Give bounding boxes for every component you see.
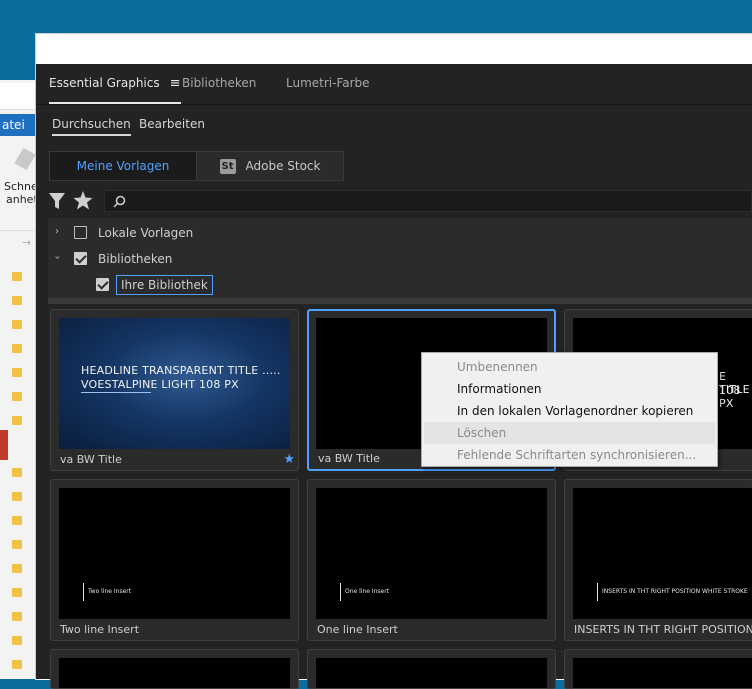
tab-bearbeiten[interactable]: Bearbeiten — [139, 114, 205, 134]
folder-icon — [12, 468, 22, 477]
adobe-stock-label: Adobe Stock — [245, 159, 321, 173]
libraries-checkbox[interactable] — [74, 252, 87, 265]
tab-bibliotheken[interactable]: Bibliotheken — [182, 64, 256, 102]
template-thumbnail — [59, 658, 290, 688]
folder-icon — [12, 392, 22, 401]
tab-durchsuchen[interactable]: Durchsuchen — [52, 114, 131, 136]
template-thumbnail: HEADLINE TRANSPARENT TITLE ..... VOESTAL… — [59, 318, 290, 449]
forward-arrow-icon: → — [22, 236, 32, 249]
thumbnail-text: INSERTS IN THT RIGHT POSITION WHITE STRO… — [602, 588, 748, 595]
folder-icon — [12, 588, 22, 597]
menu-item-rename[interactable]: Umbenennen — [424, 356, 715, 378]
folder-icon — [12, 416, 22, 425]
my-templates-button[interactable]: Meine Vorlagen — [49, 151, 197, 181]
chevron-down-icon[interactable]: › — [52, 256, 63, 260]
template-card[interactable] — [307, 649, 556, 689]
search-input[interactable] — [104, 190, 752, 212]
menu-item-delete[interactable]: Löschen — [424, 422, 715, 444]
thumbnail-text: One line Insert — [345, 588, 390, 595]
list-divider — [48, 298, 752, 304]
panel-menu-icon[interactable]: ≡ — [170, 76, 181, 91]
search-icon — [113, 195, 126, 208]
local-templates-label: Lokale Vorlagen — [98, 226, 194, 240]
star-filter-icon[interactable] — [73, 191, 93, 214]
chevron-right-icon[interactable]: › — [55, 226, 59, 237]
folder-icon — [12, 636, 22, 645]
thumbnail-title-line-2: 108 PX — [719, 384, 741, 410]
your-library-checkbox[interactable] — [96, 278, 109, 291]
template-thumbnail: One line Insert — [316, 488, 547, 619]
template-label: One line Insert — [317, 623, 398, 636]
folder-icon — [12, 272, 22, 281]
template-label: va BW Title — [60, 453, 122, 466]
template-label: INSERTS IN THT RIGHT POSITION W — [574, 623, 752, 636]
background-button-text: Schne — [4, 180, 38, 193]
folder-icon — [12, 296, 22, 305]
thumbnail-title-line-1: HEADLINE TRANSPARENT TITLE ..... — [81, 364, 281, 377]
thumbnail-line — [340, 583, 341, 601]
tab-essential-graphics[interactable]: Essential Graphics ≡ — [49, 64, 181, 104]
template-card[interactable] — [564, 649, 752, 689]
panel-tab-bar: Essential Graphics ≡ Bibliotheken Lumetri… — [36, 64, 752, 105]
folder-icon — [12, 612, 22, 621]
template-thumbnail — [316, 658, 547, 688]
menu-item-copy-to-local[interactable]: In den lokalen Vorlagenordner kopieren — [424, 400, 715, 422]
thumbnail-line — [597, 583, 598, 601]
thumbnail-line — [83, 583, 84, 601]
libraries-label: Bibliotheken — [98, 252, 173, 266]
template-thumbnail — [573, 658, 752, 688]
folder-icon — [12, 492, 22, 501]
filter-icon[interactable] — [49, 192, 65, 214]
adobe-stock-button[interactable]: St Adobe Stock — [196, 151, 344, 181]
folder-icon — [12, 344, 22, 353]
template-thumbnail: INSERTS IN THT RIGHT POSITION WHITE STRO… — [573, 488, 752, 619]
template-thumbnail: Two line Insert — [59, 488, 290, 619]
menu-item-sync-fonts[interactable]: Fehlende Schriftarten synchronisieren... — [424, 444, 715, 466]
folder-icon — [12, 540, 22, 549]
folder-icon — [12, 516, 22, 525]
template-label: Two line Insert — [60, 623, 140, 636]
thumbnail-underline — [81, 392, 151, 393]
menu-item-info[interactable]: Informationen — [424, 378, 715, 400]
template-card[interactable] — [50, 649, 299, 689]
background-button-text-2: anhet — [6, 193, 38, 206]
tab-lumetri-farbe[interactable]: Lumetri-Farbe — [286, 64, 370, 102]
adobe-stock-icon: St — [219, 159, 236, 174]
template-card[interactable]: One line Insert One line Insert — [307, 479, 556, 641]
context-menu: Umbenennen Informationen In den lokalen … — [421, 352, 718, 467]
folder-icon — [12, 564, 22, 573]
template-label: va BW Title — [318, 452, 380, 465]
template-card[interactable]: HEADLINE TRANSPARENT TITLE ..... VOESTAL… — [50, 309, 299, 471]
template-card[interactable]: Two line Insert Two line Insert — [50, 479, 299, 641]
template-card[interactable]: INSERTS IN THT RIGHT POSITION WHITE STRO… — [564, 479, 752, 641]
favorite-star-icon[interactable]: ★ — [283, 452, 295, 467]
folder-icon — [12, 320, 22, 329]
thumbnail-title-line-2: VOESTALPINE LIGHT 108 PX — [81, 378, 239, 391]
local-templates-checkbox[interactable] — [74, 226, 87, 239]
background-red-tab — [0, 430, 8, 460]
your-library-label[interactable]: Ihre Bibliothek — [116, 275, 213, 295]
folder-icon — [12, 368, 22, 377]
thumbnail-text: Two line Insert — [88, 588, 132, 595]
folder-icon — [12, 660, 22, 669]
